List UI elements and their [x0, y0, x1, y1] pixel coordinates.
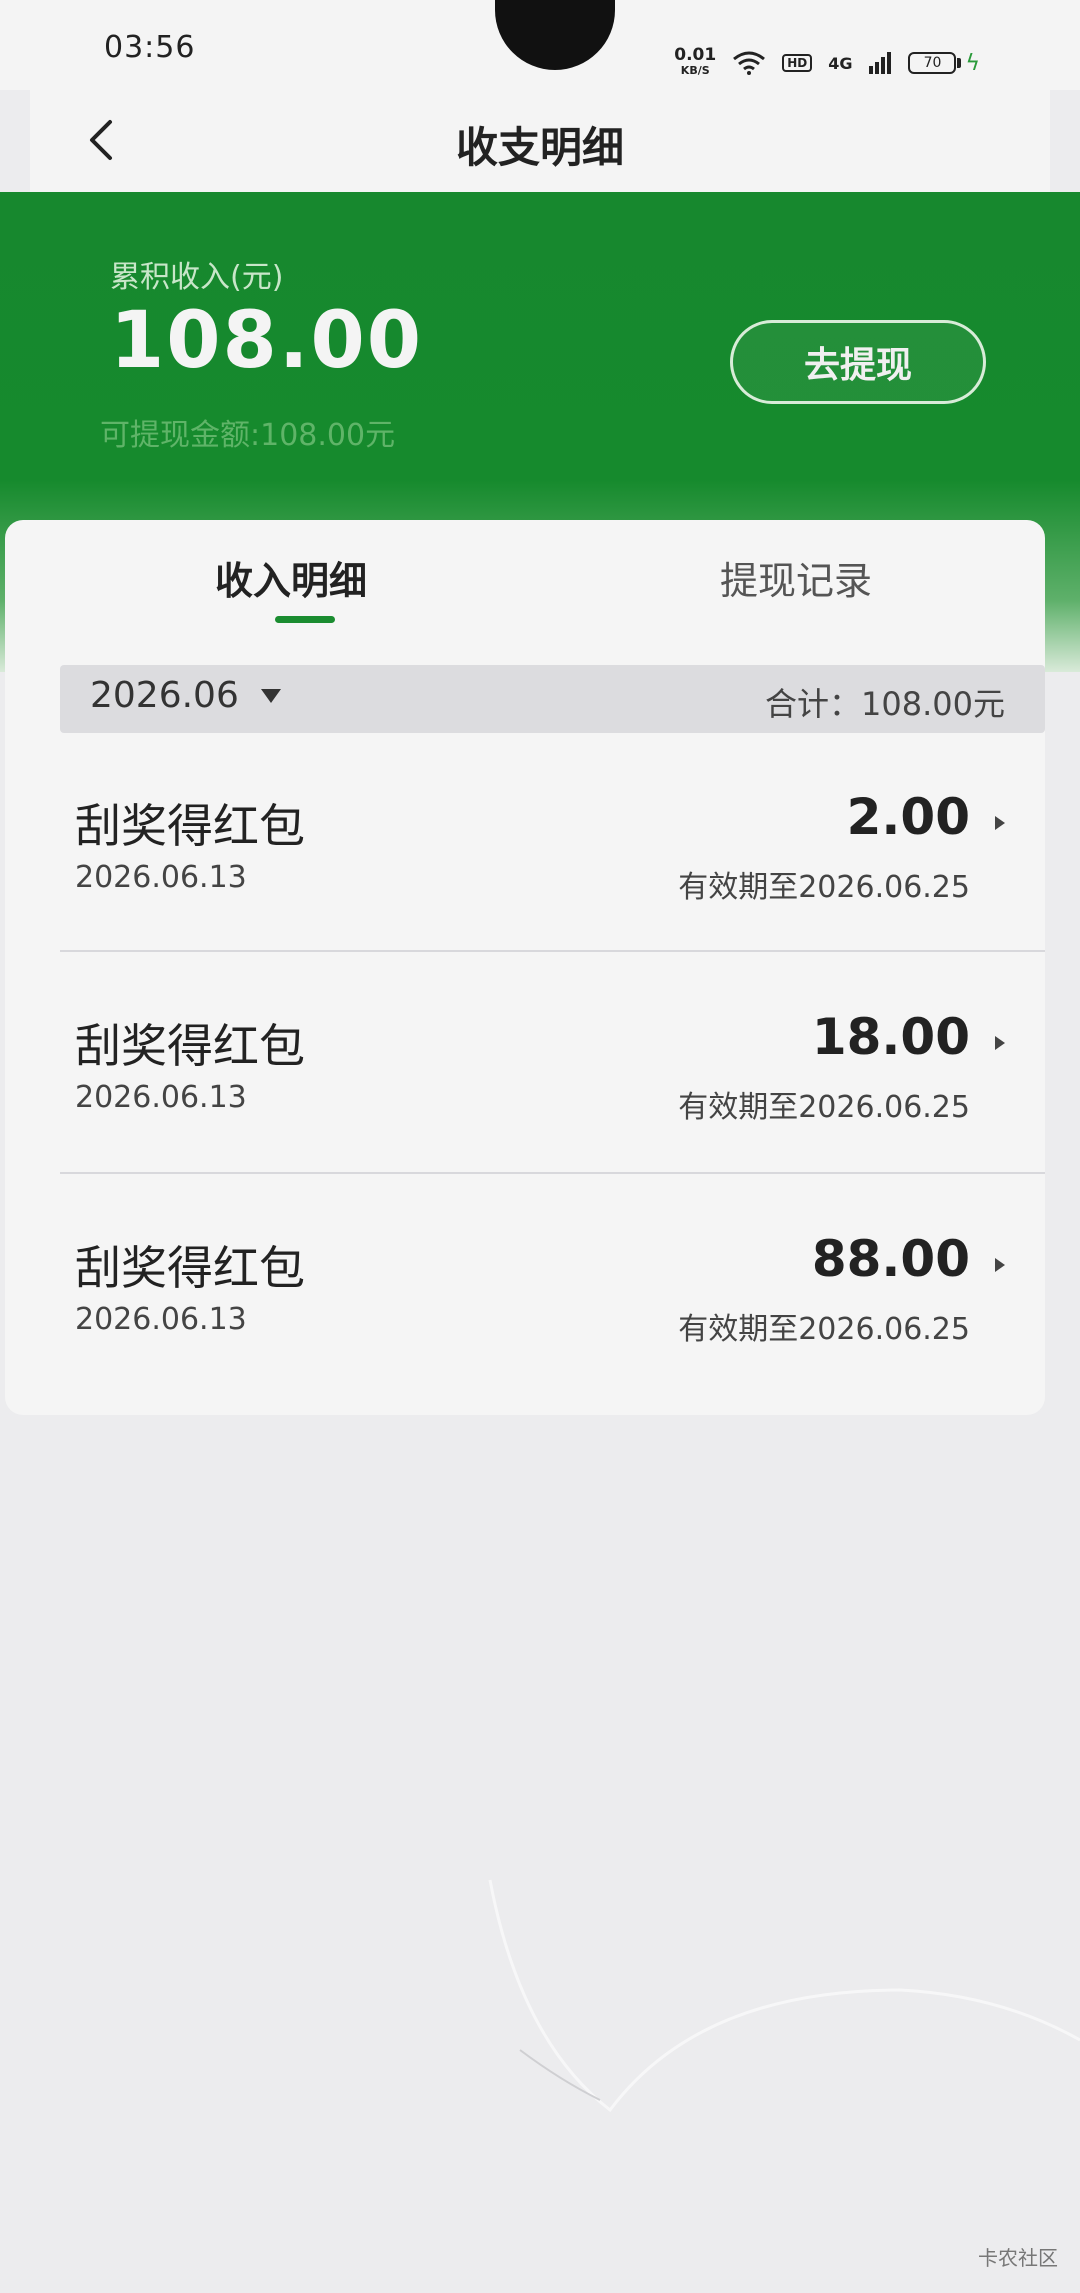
tab-active-indicator: [275, 616, 335, 623]
status-time: 03:56: [104, 30, 196, 65]
record-expiry: 有效期至2026.06.25: [678, 870, 970, 905]
month-selector[interactable]: 2026.06: [90, 675, 281, 716]
net-speed-value: 0.01: [674, 45, 717, 65]
list-item[interactable]: 刮奖得红包 2026.06.13 88.00 有效期至2026.06.25: [5, 1192, 1045, 1412]
records-card: 收入明细 提现记录 2026.06 合计：108.00元 刮奖得红包 2026.…: [5, 520, 1045, 1415]
record-amount: 18.00: [811, 1008, 970, 1066]
wifi-icon: [733, 51, 766, 75]
header: 收支明细: [30, 90, 1050, 200]
income-amount: 108.00: [110, 296, 423, 386]
record-date: 2026.06.13: [75, 1080, 247, 1115]
status-icons: 0.01 KB/S HD 4G 70 ϟ: [674, 45, 980, 78]
battery-level: 70: [908, 52, 957, 74]
hd-badge: HD: [782, 54, 813, 72]
record-amount: 2.00: [846, 788, 970, 846]
income-label: 累积收入(元): [110, 260, 284, 295]
watermark: 卡农社区: [978, 2246, 1058, 2270]
net-speed: 0.01 KB/S: [674, 45, 717, 78]
screen: 03:56 0.01 KB/S HD 4G 70 ϟ 收支明细 累积收入(元) …: [0, 0, 1080, 2293]
chevron-right-icon: [995, 816, 1005, 830]
charging-icon: ϟ: [965, 50, 980, 76]
withdrawable-amount: 可提现金额:108.00元: [100, 418, 396, 453]
withdraw-button[interactable]: 去提现: [730, 320, 986, 404]
filter-bar: 2026.06 合计：108.00元: [60, 665, 1045, 733]
total-amount: 合计：108.00元: [765, 685, 1005, 723]
record-expiry: 有效期至2026.06.25: [678, 1090, 970, 1125]
net-speed-unit: KB/S: [680, 64, 710, 77]
camera-notch: [495, 0, 615, 70]
tab-withdraw-records[interactable]: 提现记录: [720, 550, 872, 605]
tab-income-details[interactable]: 收入明细: [215, 550, 367, 605]
signal-icon: [869, 52, 892, 74]
list-item[interactable]: 刮奖得红包 2026.06.13 18.00 有效期至2026.06.25: [5, 970, 1045, 1190]
divider: [60, 1172, 1045, 1174]
month-value: 2026.06: [90, 675, 239, 716]
chevron-right-icon: [995, 1258, 1005, 1272]
record-title: 刮奖得红包: [75, 1241, 305, 1295]
record-expiry: 有效期至2026.06.25: [678, 1312, 970, 1347]
caret-down-icon: [260, 688, 281, 703]
battery-tip: [957, 58, 962, 68]
battery-icon: 70 ϟ: [908, 51, 980, 76]
record-title: 刮奖得红包: [75, 1019, 305, 1073]
tab-bar: 收入明细 提现记录: [5, 520, 1045, 640]
divider: [60, 950, 1045, 952]
status-bar: 03:56 0.01 KB/S HD 4G 70 ϟ: [0, 0, 1080, 90]
record-title: 刮奖得红包: [75, 799, 305, 853]
record-amount: 88.00: [811, 1230, 970, 1288]
chevron-right-icon: [995, 1036, 1005, 1050]
record-date: 2026.06.13: [75, 860, 247, 895]
page-title: 收支明细: [455, 123, 624, 172]
list-item[interactable]: 刮奖得红包 2026.06.13 2.00 有效期至2026.06.25: [5, 750, 1045, 970]
signal-label: 4G: [828, 53, 853, 73]
record-date: 2026.06.13: [75, 1302, 247, 1337]
